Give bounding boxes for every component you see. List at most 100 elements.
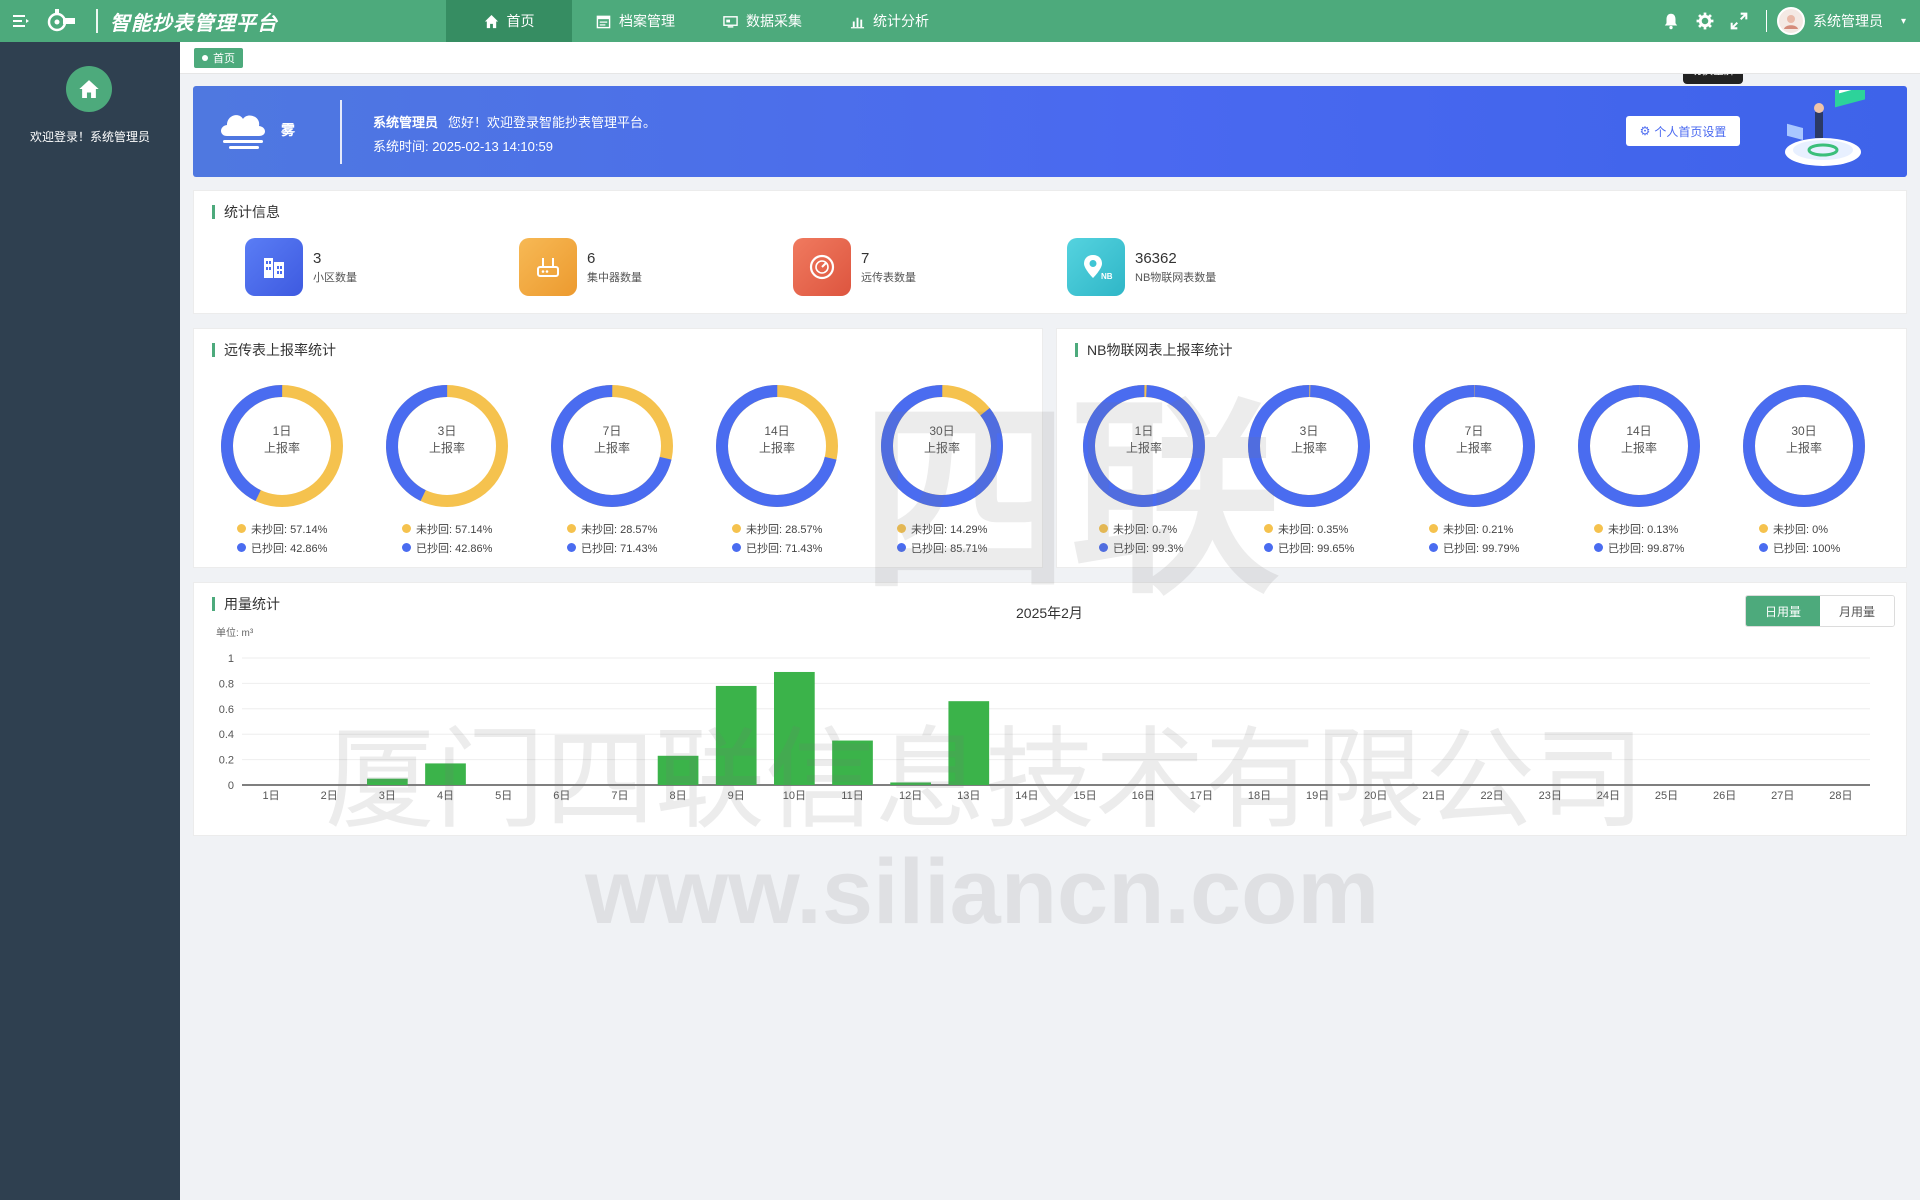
x-tick-label: 23日: [1539, 790, 1562, 802]
donut-day: 14日: [1626, 424, 1652, 438]
donut-day: 7日: [602, 424, 622, 438]
daily-usage-button[interactable]: 日用量: [1746, 596, 1820, 626]
active-dot-icon: [202, 55, 208, 61]
donut-sub: 上报率: [1290, 441, 1327, 455]
y-tick-label: 0: [228, 780, 234, 792]
welcome-banner: 雾 系统管理员 您好！欢迎登录智能抄表管理平台。 系统时间: 2025-02-13…: [193, 86, 1907, 177]
tag-home[interactable]: 首页: [194, 48, 243, 68]
nb-donut-0: 1日 上报率 未抄回: 0.7% 已抄回: 99.3%: [1079, 381, 1209, 557]
legend-dot-icon: [567, 524, 576, 533]
legend-read: 已抄回: 71.43%: [732, 538, 842, 557]
home-icon: [79, 80, 99, 98]
donut-day: 3日: [1299, 424, 1319, 438]
home-settings-label: 个人首页设置: [1654, 124, 1727, 139]
app-logo: [42, 1, 82, 41]
usage-bar-chart: 单位: m³00.20.40.60.811日 2日 3日 4日 5日 6日 7日 8日 9日 10…: [216, 627, 1870, 802]
nav-archive[interactable]: 档案管理: [572, 0, 699, 42]
nav-statistics[interactable]: 统计分析: [826, 0, 953, 42]
x-tick-label: 11日: [841, 790, 863, 802]
donut-center-label: 1日 上报率: [217, 423, 347, 457]
stats-title: 统计信息: [212, 205, 280, 219]
donut-legend: 未抄回: 0.35% 已抄回: 99.65%: [1244, 519, 1374, 557]
stat-label: NB物联网表数量: [1135, 271, 1217, 284]
x-tick-label: 14日: [1015, 790, 1038, 802]
donut-sub: 上报率: [593, 441, 630, 455]
x-tick-label: 21日: [1422, 790, 1445, 802]
notification-bell-icon[interactable]: [1654, 0, 1688, 42]
legend-text: 已抄回: 42.86%: [416, 542, 493, 555]
stat-value: 36362: [1135, 249, 1177, 267]
x-tick-label: 25日: [1655, 790, 1678, 802]
donut-day: 30日: [1791, 424, 1817, 438]
system-time-label: 系统时间:: [373, 139, 429, 154]
greeting: 系统管理员 您好！欢迎登录智能抄表管理平台。: [373, 112, 656, 131]
usage-month: 2025年2月: [1016, 605, 1083, 621]
legend-dot-icon: [732, 543, 741, 552]
x-tick-label: 12日: [899, 790, 922, 802]
remote-donut-0: 1日 上报率未抄回: 57.14% 已抄回: 42.86%: [217, 381, 347, 557]
legend-dot-icon: [1594, 524, 1603, 533]
greeting-text: 您好！欢迎登录智能抄表管理平台。: [448, 115, 657, 130]
donut-legend: 未抄回: 28.57% 已抄回: 71.43%: [547, 519, 677, 557]
donut-legend: 未抄回: 0.13% 已抄回: 99.87%: [1574, 519, 1704, 557]
nav-data-collection[interactable]: 数据采集: [699, 0, 826, 42]
monthly-usage-button[interactable]: 月用量: [1820, 596, 1894, 626]
x-tick-label: 2日: [321, 790, 338, 802]
nb-rate-panel: NB物联网表上报率统计 1日 上报率 未抄回: 0.7% 已抄回: 99.3% 3日 上报…: [1056, 328, 1907, 568]
fullscreen-icon[interactable]: [1722, 0, 1756, 42]
legend-text: 已抄回: 100%: [1773, 542, 1841, 555]
nb-rate-title: NB物联网表上报率统计: [1075, 343, 1232, 357]
usage-title: 用量统计: [212, 597, 280, 611]
nb-donut-2: 7日 上报率未抄回: 0.21% 已抄回: 99.79%: [1409, 381, 1539, 557]
legend-dot-icon: [1264, 524, 1273, 533]
donut-center-label: 30日上报率: [1739, 423, 1869, 457]
donut-day: 30日: [929, 424, 955, 438]
legend-dot-icon: [732, 524, 741, 533]
x-tick-label: 6日: [553, 790, 570, 802]
tags-bar: 首页: [180, 42, 1920, 74]
stat-concentrator: 6 集中器数量: [519, 238, 642, 296]
user-menu[interactable]: 系统管理员 ▾: [1776, 7, 1920, 35]
legend-unread: 未抄回: 0%: [1759, 519, 1869, 538]
stat-value: 6: [587, 249, 596, 267]
donut-center-label: 7日 上报率: [1409, 423, 1539, 457]
usage-bar: [832, 740, 873, 785]
stat-label: 小区数量: [313, 271, 357, 284]
donut-sub: 上报率: [1125, 441, 1162, 455]
fog-weather-icon: [221, 115, 265, 149]
x-tick-label: 7日: [611, 790, 628, 802]
remote-rate-title: 远传表上报率统计: [212, 343, 336, 357]
legend-unread: 未抄回: 0.35%: [1264, 519, 1374, 538]
legend-text: 已抄回: 71.43%: [581, 542, 658, 555]
x-tick-label: 5日: [495, 790, 512, 802]
donut-legend: 未抄回: 57.14% 已抄回: 42.86%: [217, 519, 347, 557]
remote-rate-panel: 远传表上报率统计 1日 上报率 未抄回: 57.14% 已抄回: 42.86% 3日 上报…: [193, 328, 1043, 568]
legend-dot-icon: [402, 543, 411, 552]
donut-sub: 上报率: [923, 441, 960, 455]
usage-bar: [657, 755, 699, 785]
legend-dot-icon: [1594, 543, 1603, 552]
legend-text: 未抄回: 0.7%: [1113, 523, 1178, 536]
usage-bar: [948, 701, 990, 785]
legend-dot-icon: [237, 543, 246, 552]
stats-panel: 统计信息 3 小区数量 6 集中器数量 7 远传表数量 NB 36362 NB物联网表数…: [193, 190, 1907, 314]
donut-legend: 未抄回: 0.21% 已抄回: 99.79%: [1409, 519, 1539, 557]
nav-home[interactable]: 首页: [446, 0, 572, 42]
legend-unread: 未抄回: 57.14%: [237, 519, 347, 538]
legend-read: 已抄回: 99.3%: [1099, 538, 1209, 557]
x-tick-label: 13日: [957, 790, 980, 802]
legend-dot-icon: [1759, 543, 1768, 552]
nav-label: 档案管理: [619, 13, 675, 29]
home-settings-button[interactable]: ⚙ 个人首页设置: [1626, 116, 1740, 146]
sidebar-home-button[interactable]: [66, 66, 112, 112]
watermark-url: www.siliancn.com: [585, 841, 1380, 943]
menu-toggle-icon[interactable]: [0, 0, 42, 42]
calendar-icon: [596, 15, 611, 28]
y-tick-label: 0.2: [219, 755, 234, 767]
legend-text: 未抄回: 57.14%: [416, 523, 493, 536]
donut-center-label: 3日 上报率: [382, 423, 512, 457]
legend-text: 未抄回: 14.29%: [911, 523, 988, 536]
settings-gear-icon[interactable]: [1688, 0, 1722, 42]
donut-sub: 上报率: [1785, 441, 1822, 455]
y-tick-label: 0.8: [219, 678, 234, 690]
